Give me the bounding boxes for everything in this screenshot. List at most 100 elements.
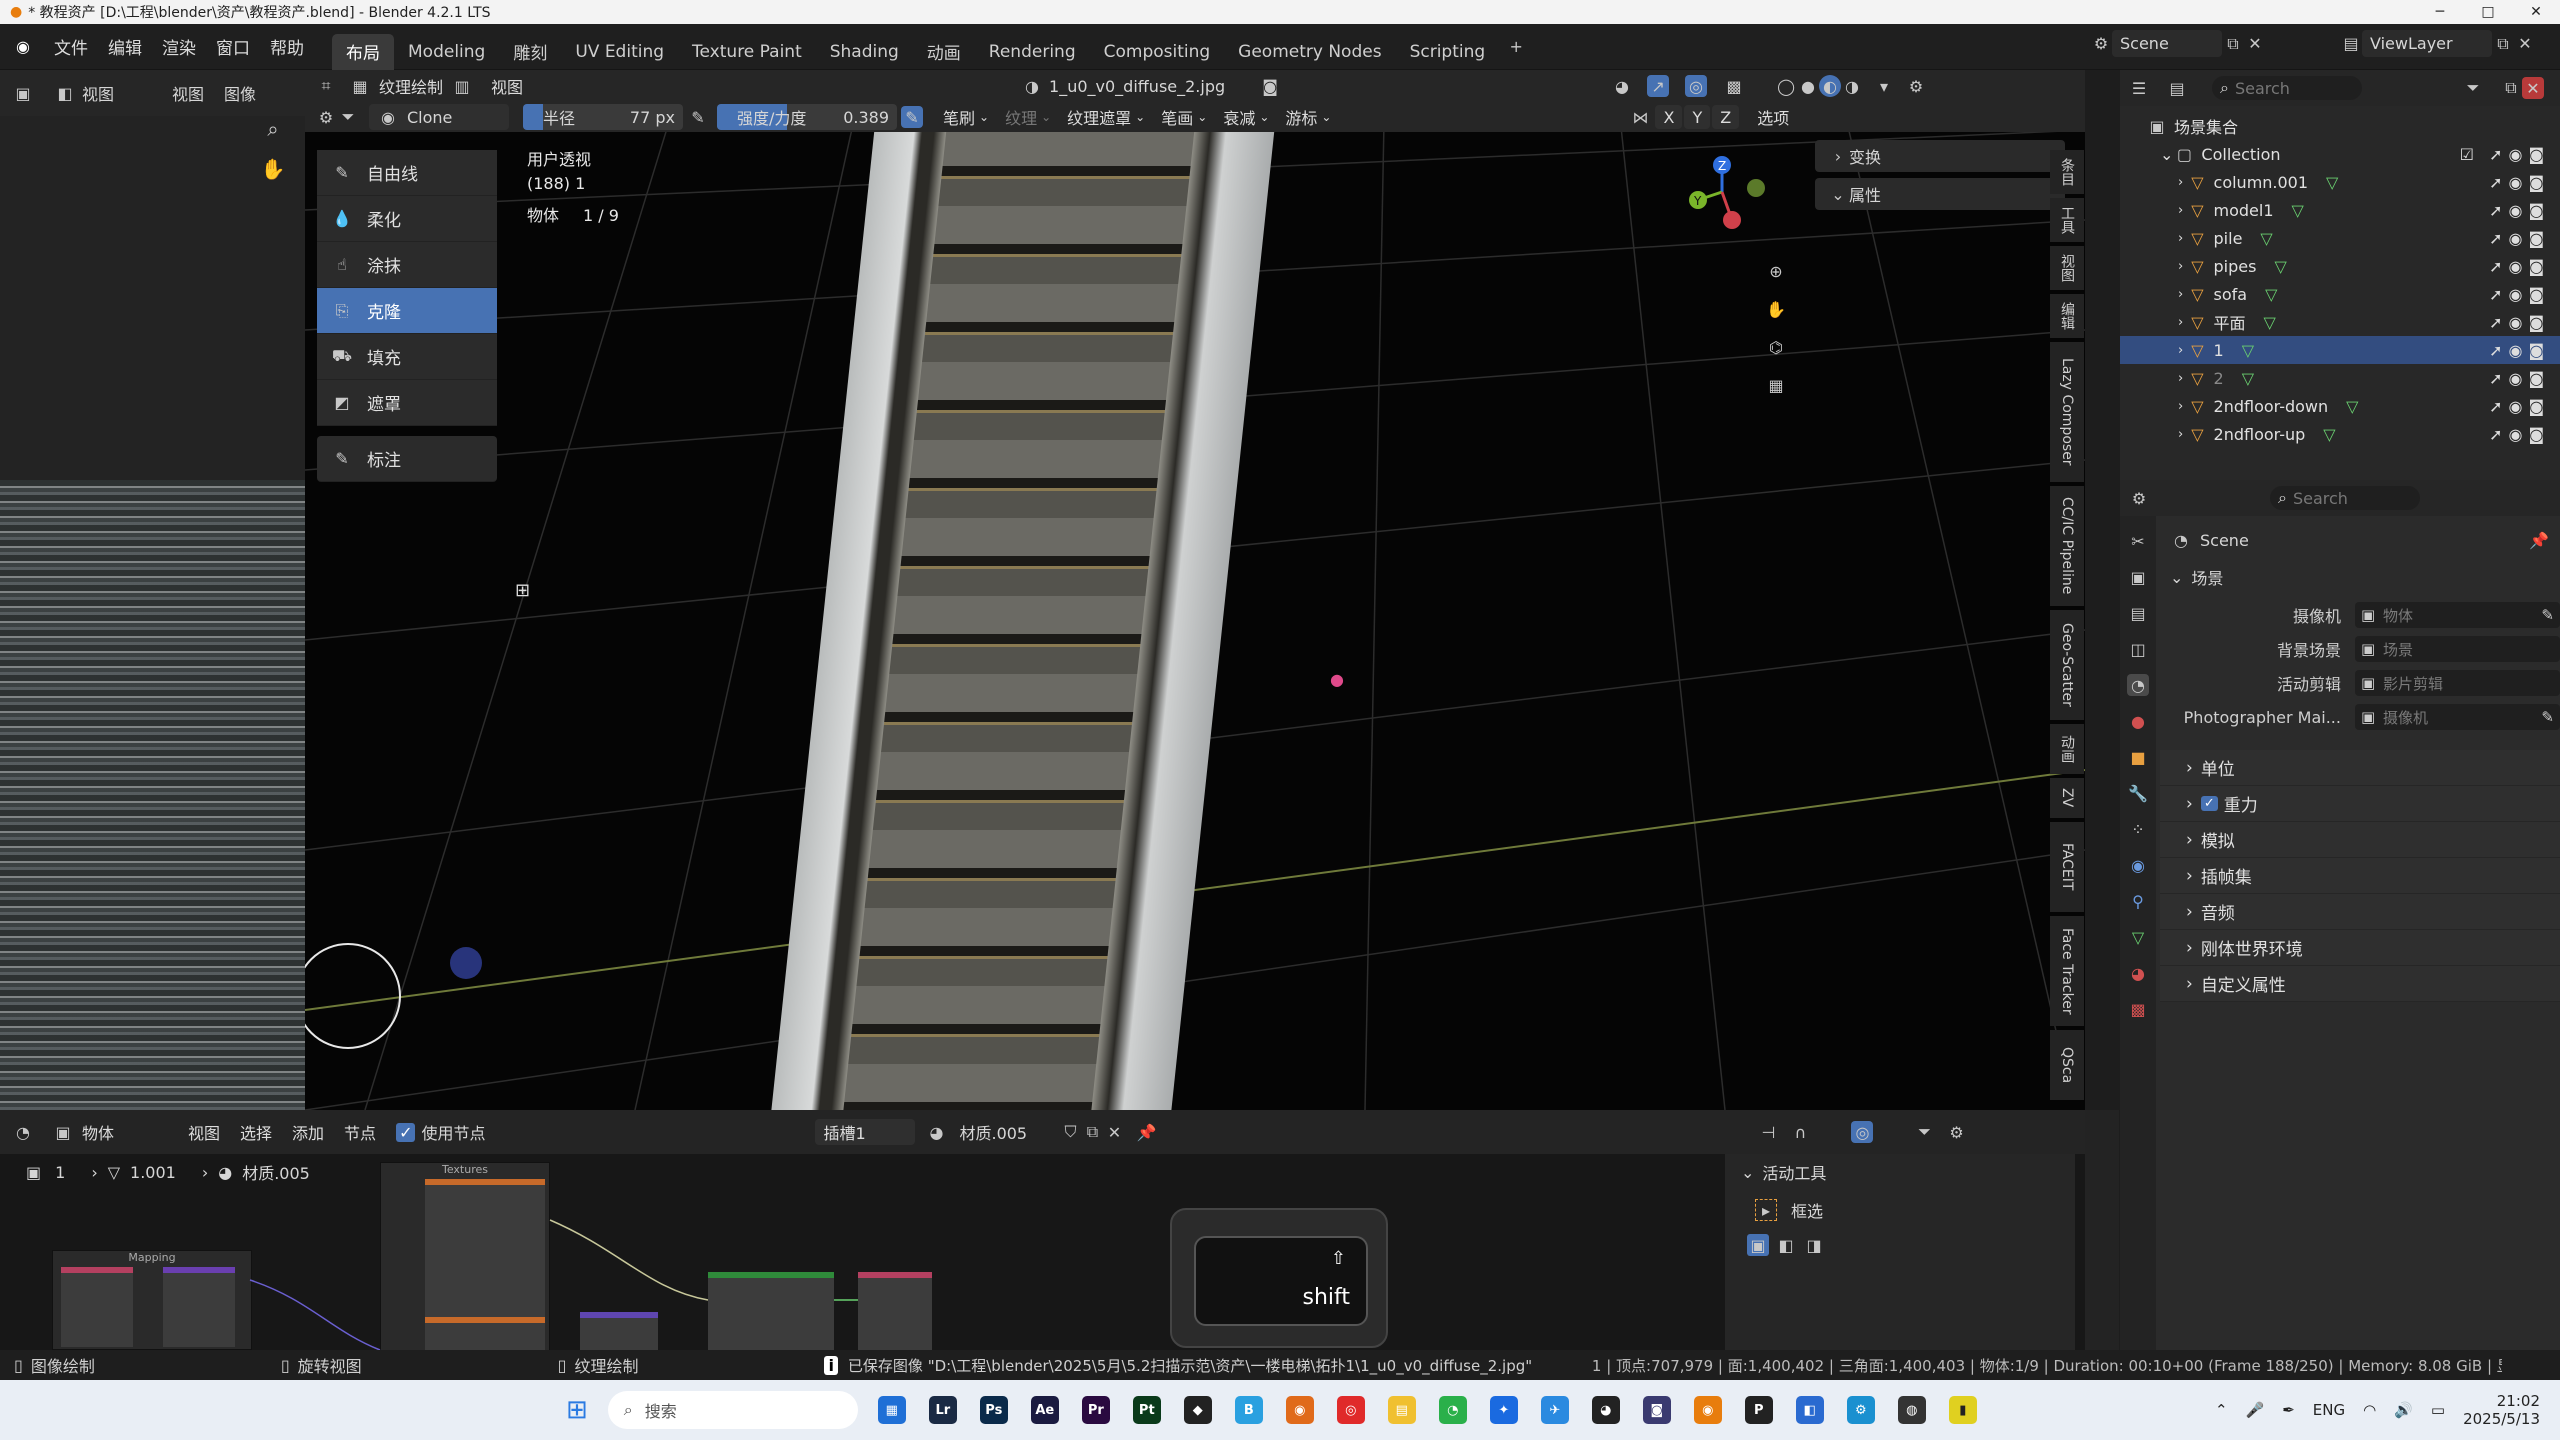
workspace-tab[interactable]: Shading <box>816 34 913 70</box>
tool-tab-icon[interactable]: ✂ <box>2127 530 2149 552</box>
radius-field[interactable]: 半径 77 px <box>523 104 683 130</box>
constraints-tab-icon[interactable]: ⚲ <box>2127 890 2149 912</box>
firefox-icon[interactable]: ◉ <box>1285 1396 1314 1424</box>
workspace-tab[interactable]: 布局 <box>332 33 394 70</box>
delete-icon[interactable]: ✕ <box>2522 77 2544 99</box>
gravity-checkbox-icon[interactable]: ✓ <box>2200 796 2218 811</box>
visibility-toggles[interactable]: ➚◉◙ <box>2489 257 2550 276</box>
brush-selector[interactable]: ◉ Clone <box>369 104 509 130</box>
property-field[interactable]: ▣ 影片剪辑 <box>2354 670 2560 696</box>
maximize-icon[interactable]: □ <box>2464 4 2512 20</box>
unlink-material-icon[interactable]: ✕ <box>1103 1121 1125 1143</box>
tool-button[interactable]: ☝ 涂抹 <box>317 242 497 288</box>
workspace-tab[interactable]: Geometry Nodes <box>1224 34 1395 70</box>
strength-field[interactable]: 强度/力度 0.389 <box>717 104 897 130</box>
main-menu-item[interactable]: 渲染 <box>152 32 206 62</box>
xray-toggle-icon[interactable]: ▩ <box>1723 75 1745 97</box>
file-explorer-icon[interactable]: ▤ <box>1387 1396 1416 1424</box>
workspace-tab[interactable]: Scripting <box>1396 34 1500 70</box>
property-section[interactable]: › 自定义属性 <box>2160 966 2560 1002</box>
tool-button[interactable]: ◩ 遮罩 <box>317 380 497 426</box>
outliner-search[interactable]: ⌕ Search <box>2212 76 2362 100</box>
main-menu-item[interactable]: 文件 <box>44 32 98 62</box>
rendered-shading-icon[interactable]: ◑ <box>1841 75 1863 97</box>
filter-icon[interactable]: ⏷ <box>1913 1121 1935 1143</box>
sidebar-tab[interactable]: FACEIT <box>2050 822 2084 912</box>
scene-selector[interactable]: ⚙ Scene ⧉ ✕ <box>2090 30 2266 57</box>
new-collection-icon[interactable]: ⧉ <box>2500 77 2522 99</box>
tool-settings-menu[interactable]: 笔刷 ⌄ <box>935 102 997 132</box>
wireframe-shading-icon[interactable]: ◯ <box>1775 75 1797 97</box>
app-icon[interactable]: ✈ <box>1540 1396 1569 1424</box>
app-icon[interactable]: ⚙ <box>1846 1396 1875 1424</box>
slot-dropdown[interactable]: 插槽1 <box>815 1119 916 1145</box>
breadcrumb-material[interactable]: 材质.005 <box>242 1160 310 1184</box>
clock[interactable]: 21:02 2025/5/13 <box>2463 1392 2540 1428</box>
active-tool-header[interactable]: ⌄ 活动工具 <box>1725 1154 2075 1190</box>
material-tab-icon[interactable]: ◕ <box>2127 962 2149 984</box>
lightroom-icon[interactable]: Lr <box>928 1396 957 1424</box>
visibility-toggles[interactable]: ➚◉◙ <box>2489 397 2550 416</box>
select-extend-icon[interactable]: ◧ <box>1775 1234 1797 1256</box>
symmetry-icon[interactable]: ⋈ <box>1629 106 1651 128</box>
workspace-tab[interactable]: 雕刻 <box>499 34 561 70</box>
remove-scene-icon[interactable]: ✕ <box>2244 33 2266 55</box>
settings-icon[interactable]: ⚙ <box>1945 1121 1967 1143</box>
select-subtract-icon[interactable]: ◨ <box>1803 1234 1825 1256</box>
app-icon[interactable]: ✦ <box>1489 1396 1518 1424</box>
particles-tab-icon[interactable]: ⁘ <box>2127 818 2149 840</box>
npanel-transform-header[interactable]: › 变换 <box>1815 140 2065 172</box>
brush-mask-icon[interactable]: ◙ <box>1259 75 1281 97</box>
netease-music-icon[interactable]: ◎ <box>1336 1396 1365 1424</box>
blender-menu-icon[interactable]: ◉ <box>12 36 34 58</box>
visibility-toggles[interactable]: ➚◉◙ <box>2489 369 2550 388</box>
magnet-icon[interactable]: ∩ <box>1789 1121 1811 1143</box>
pin-icon[interactable]: 📌 <box>2528 529 2550 551</box>
pan-hand-icon[interactable]: ✋ <box>261 157 286 181</box>
material-name[interactable]: 材质.005 <box>959 1120 1059 1144</box>
axis-x-button[interactable]: X <box>1655 105 1683 129</box>
chevron-right-icon[interactable]: › <box>2178 399 2183 414</box>
chevron-right-icon[interactable]: › <box>2178 259 2183 274</box>
display-mode-icon[interactable]: ▤ <box>2166 77 2188 99</box>
node-editor-menu[interactable]: 添加 <box>282 1117 334 1147</box>
pen-icon[interactable]: ✒ <box>2282 1401 2295 1419</box>
workspace-tab[interactable]: Compositing <box>1090 34 1225 70</box>
fake-user-icon[interactable]: ⛉ <box>1059 1121 1081 1143</box>
paint-options-icon[interactable]: ⚙ <box>1905 75 1927 97</box>
ortho-toggle-icon[interactable]: ▦ <box>1765 374 1787 396</box>
sidebar-tab[interactable]: QSca <box>2050 1030 2084 1100</box>
sidebar-tab[interactable]: Geo-Scatter <box>2050 610 2084 720</box>
world-tab-icon[interactable]: ● <box>2127 710 2149 732</box>
volume-icon[interactable]: 🔊 <box>2394 1401 2413 1419</box>
outliner-item[interactable]: › ▽ 平面 ▽ ➚◉◙ <box>2120 308 2560 336</box>
box-select-row[interactable]: ▸ 框选 <box>1725 1190 2075 1230</box>
collection-row[interactable]: ⌄ ▢ Collection ☑ ➚◉◙ <box>2120 140 2560 168</box>
app-icon[interactable]: ▦ <box>877 1396 906 1424</box>
outliner-item[interactable]: › ▽ 1 ▽ ➚◉◙ <box>2120 336 2560 364</box>
property-section[interactable]: › 插帧集 <box>2160 858 2560 894</box>
scene-tab-icon[interactable]: ◔ <box>2127 674 2149 696</box>
chevron-right-icon[interactable]: › <box>2178 343 2183 358</box>
overlay-toggle-icon[interactable]: ◎ <box>1685 75 1708 97</box>
tool-button[interactable]: ⎘ 克隆 <box>317 288 497 334</box>
ime-indicator[interactable]: ENG <box>2313 1401 2345 1419</box>
output-tab-icon[interactable]: ▤ <box>2127 602 2149 624</box>
tool-button[interactable]: ✎ 自由线 <box>317 150 497 196</box>
navigation-gizmo[interactable]: Z Y <box>1670 150 1780 260</box>
physics-tab-icon[interactable]: ◉ <box>2127 854 2149 876</box>
visibility-toggles[interactable]: ➚◉◙ <box>2489 229 2550 248</box>
property-section[interactable]: › 刚体世界环境 <box>2160 930 2560 966</box>
outliner-item[interactable]: › ▽ column.001 ▽ ➚◉◙ <box>2120 168 2560 196</box>
view-mode-icon[interactable]: ◧ <box>54 82 76 104</box>
visibility-toggles[interactable]: ➚◉◙ <box>2489 341 2550 360</box>
chevron-right-icon[interactable]: › <box>2178 203 2183 218</box>
add-workspace-icon[interactable]: + <box>1505 36 1527 58</box>
property-section[interactable]: › ✓ 重力 <box>2160 786 2560 822</box>
chevron-right-icon[interactable]: › <box>2178 371 2183 386</box>
chevron-right-icon[interactable]: › <box>2178 287 2183 302</box>
mode-dropdown[interactable]: 纹理绘制 <box>371 71 451 101</box>
editor-type-icon[interactable]: ▣ <box>12 82 34 104</box>
visibility-icon[interactable]: ◕ <box>1611 75 1633 97</box>
property-section[interactable]: › 音频 <box>2160 894 2560 930</box>
